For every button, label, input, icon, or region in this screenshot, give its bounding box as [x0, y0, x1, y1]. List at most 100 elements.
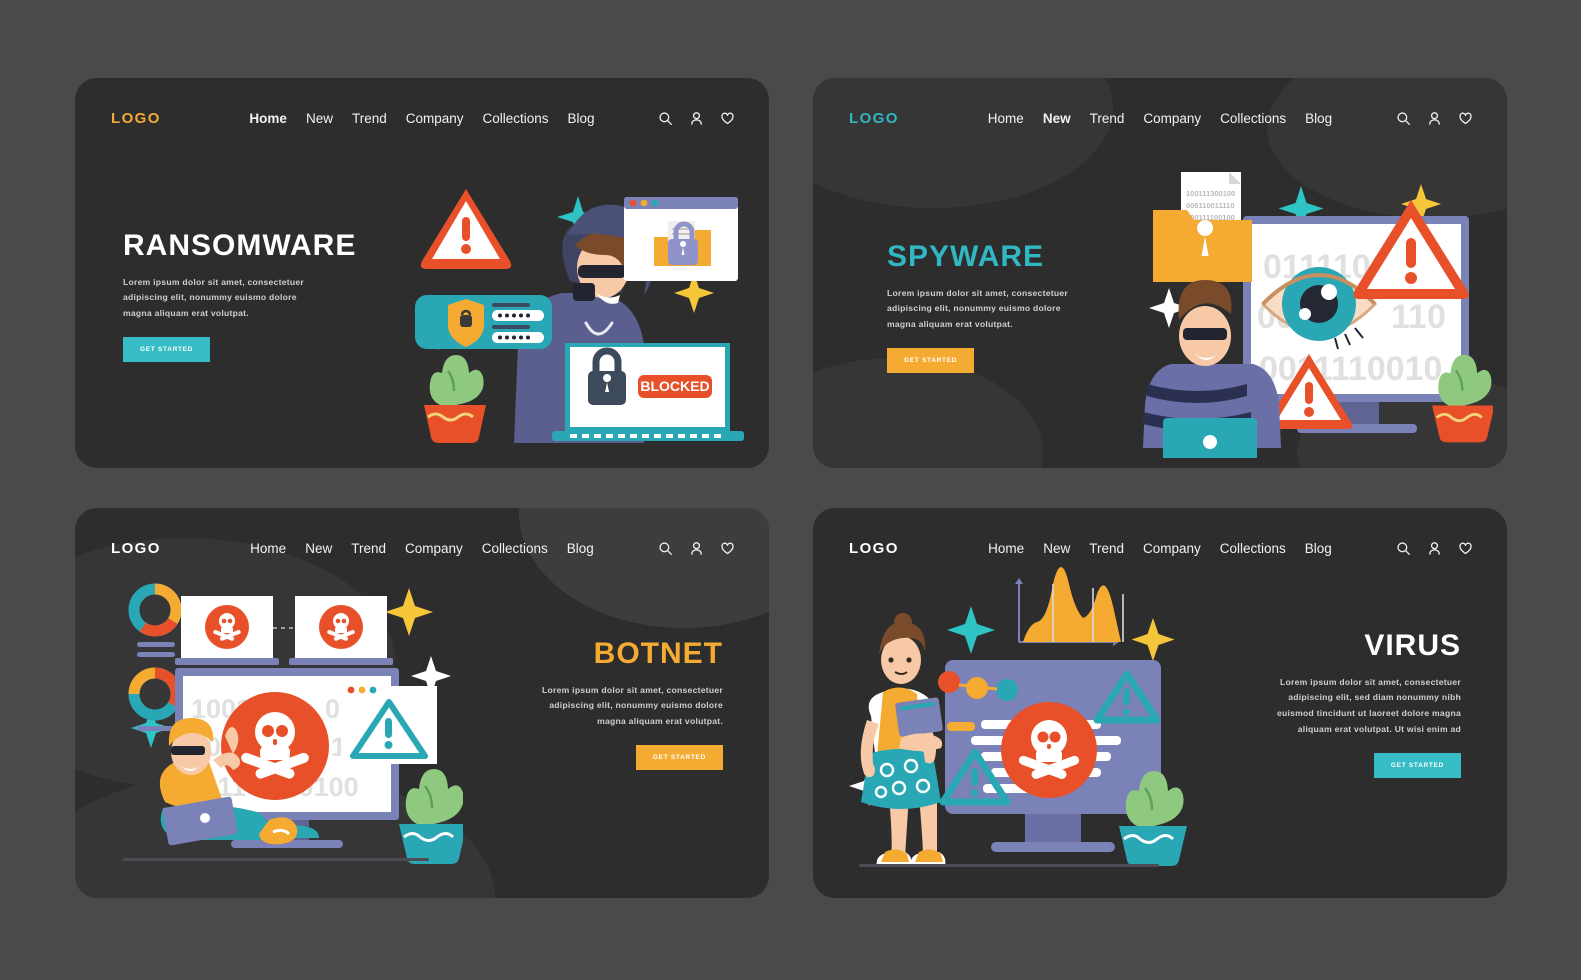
- folder-with-keyhole-icon: 100111300100 006110011110 100111100100: [1153, 172, 1252, 282]
- panel-grid: LOGO Home New Trend Company Collections …: [75, 78, 1507, 898]
- get-started-button[interactable]: GET STARTED: [635, 745, 723, 771]
- nav-item-new[interactable]: New: [306, 111, 333, 126]
- nav-item-home[interactable]: Home: [249, 111, 287, 126]
- header-ransomware: LOGO Home New Trend Company Collections …: [75, 78, 769, 158]
- cactus-plant: [424, 355, 486, 443]
- copy-botnet: BOTNET Lorem ipsum dolor sit amet, conse…: [453, 637, 723, 771]
- get-started-button[interactable]: GET STARTED: [123, 337, 211, 363]
- panel-ransomware: LOGO Home New Trend Company Collections …: [75, 78, 769, 468]
- cactus-plant: [399, 769, 467, 864]
- header-icons: [658, 111, 735, 126]
- heart-icon[interactable]: [720, 111, 735, 126]
- body-text: Lorem ipsum dolor sit amet, consectetuer…: [123, 275, 373, 323]
- get-started-button[interactable]: GET STARTED: [887, 348, 975, 374]
- nav-item-home[interactable]: Home: [988, 111, 1024, 126]
- spyware-illustration: 0111100 000 110 0011110010: [1133, 168, 1495, 466]
- body-line: magna aliquam erat volutpat.: [597, 716, 723, 727]
- main-nav: Home New Trend Company Collections Blog: [249, 111, 594, 126]
- body-line: magna aliquam erat volutpat.: [123, 308, 249, 319]
- logo[interactable]: LOGO: [111, 540, 161, 557]
- get-started-button[interactable]: GET STARTED: [1373, 753, 1461, 779]
- header-icons: [1396, 111, 1473, 126]
- nav-item-collections[interactable]: Collections: [1220, 111, 1286, 126]
- nav-item-new[interactable]: New: [305, 541, 332, 556]
- nav-item-trend[interactable]: Trend: [351, 541, 386, 556]
- body-line: adipiscing elit, nonummy euismo dolore: [549, 700, 723, 711]
- page-title: VIRUS: [1364, 629, 1461, 662]
- logo[interactable]: LOGO: [849, 110, 899, 127]
- nav-item-collections[interactable]: Collections: [483, 111, 549, 126]
- panel-botnet: LOGO Home New Trend Company Collections …: [75, 508, 769, 898]
- user-icon[interactable]: [1427, 111, 1442, 126]
- user-icon[interactable]: [689, 111, 704, 126]
- laptop-with-skull-icon: [289, 596, 393, 665]
- svg-text:110: 110: [1391, 298, 1446, 336]
- laptop-with-skull-icon: [175, 596, 279, 665]
- nav-item-trend[interactable]: Trend: [1089, 541, 1124, 556]
- header-spyware: LOGO Home New Trend Company Collections …: [813, 78, 1507, 158]
- password-card: [415, 295, 552, 349]
- search-icon[interactable]: [1396, 111, 1411, 126]
- nav-item-new[interactable]: New: [1043, 541, 1070, 556]
- nav-item-company[interactable]: Company: [1143, 541, 1201, 556]
- search-icon[interactable]: [658, 541, 673, 556]
- nav-item-collections[interactable]: Collections: [1220, 541, 1286, 556]
- page-title: SPYWARE: [887, 240, 1045, 273]
- body-line: adipiscing elit, nonummy euismo dolore: [887, 303, 1061, 314]
- main-nav: Home New Trend Company Collections Blog: [988, 541, 1332, 556]
- body-line: adipiscing elit, sed diam nonummy nibh: [1288, 692, 1461, 703]
- laptop-with-blocked-badge: BLOCKED: [552, 343, 744, 441]
- standing-woman-character: [860, 613, 946, 866]
- header-icons: [658, 541, 735, 556]
- nav-item-home[interactable]: Home: [250, 541, 286, 556]
- body-line: Lorem ipsum dolor sit amet, consectetuer: [542, 684, 723, 695]
- donut-chart-icon: [128, 583, 182, 657]
- sparkle-icon: [947, 606, 995, 654]
- copy-ransomware: RANSOMWARE Lorem ipsum dolor sit amet, c…: [123, 229, 373, 363]
- virus-illustration: [841, 560, 1191, 872]
- nav-item-company[interactable]: Company: [1143, 111, 1201, 126]
- nav-item-blog[interactable]: Blog: [567, 541, 594, 556]
- svg-text:0011110010: 0011110010: [1259, 350, 1442, 388]
- header-botnet: LOGO Home New Trend Company Collections …: [75, 508, 769, 588]
- body-line: aliquam erat volutpat. Ut wisi enim ad: [1297, 724, 1461, 735]
- nav-item-blog[interactable]: Blog: [1305, 111, 1332, 126]
- main-nav: Home New Trend Company Collections Blog: [988, 111, 1332, 126]
- botnet-illustration: 10011 001 0001 11 0 11 1000100: [113, 570, 467, 870]
- body-line: Lorem ipsum dolor sit amet, consectetuer: [1280, 676, 1461, 687]
- heart-icon[interactable]: [1458, 541, 1473, 556]
- warning-triangle-icon: [420, 189, 512, 269]
- heart-icon[interactable]: [1458, 111, 1473, 126]
- browser-window-with-padlock: [624, 197, 738, 281]
- nav-item-trend[interactable]: Trend: [1090, 111, 1125, 126]
- nav-item-blog[interactable]: Blog: [1305, 541, 1332, 556]
- sparkle-icon: [385, 588, 433, 636]
- logo[interactable]: LOGO: [111, 110, 161, 127]
- user-icon[interactable]: [689, 541, 704, 556]
- copy-virus: VIRUS Lorem ipsum dolor sit amet, consec…: [1181, 629, 1461, 779]
- logo[interactable]: LOGO: [849, 540, 899, 557]
- body-line: Lorem ipsum dolor sit amet, consectetuer: [887, 287, 1068, 298]
- page-title: RANSOMWARE: [123, 229, 357, 262]
- heart-icon[interactable]: [720, 541, 735, 556]
- main-nav: Home New Trend Company Collections Blog: [250, 541, 594, 556]
- page-title: BOTNET: [593, 637, 723, 670]
- sparkle-icon: [1131, 618, 1175, 661]
- warning-window: [341, 686, 437, 764]
- panel-spyware: LOGO Home New Trend Company Collections …: [813, 78, 1507, 468]
- nav-item-blog[interactable]: Blog: [568, 111, 595, 126]
- nav-item-new[interactable]: New: [1043, 111, 1071, 126]
- nav-item-trend[interactable]: Trend: [352, 111, 387, 126]
- search-icon[interactable]: [658, 111, 673, 126]
- search-icon[interactable]: [1396, 541, 1411, 556]
- header-icons: [1396, 541, 1473, 556]
- body-text: Lorem ipsum dolor sit amet, consectetuer…: [542, 683, 723, 731]
- panel-virus: LOGO Home New Trend Company Collections …: [813, 508, 1507, 898]
- nav-item-home[interactable]: Home: [988, 541, 1024, 556]
- nav-item-company[interactable]: Company: [406, 111, 464, 126]
- nav-item-collections[interactable]: Collections: [482, 541, 548, 556]
- ransomware-illustration: BLOCKED: [410, 173, 755, 448]
- nav-item-company[interactable]: Company: [405, 541, 463, 556]
- user-icon[interactable]: [1427, 541, 1442, 556]
- body-text: Lorem ipsum dolor sit amet, consectetuer…: [1277, 675, 1461, 739]
